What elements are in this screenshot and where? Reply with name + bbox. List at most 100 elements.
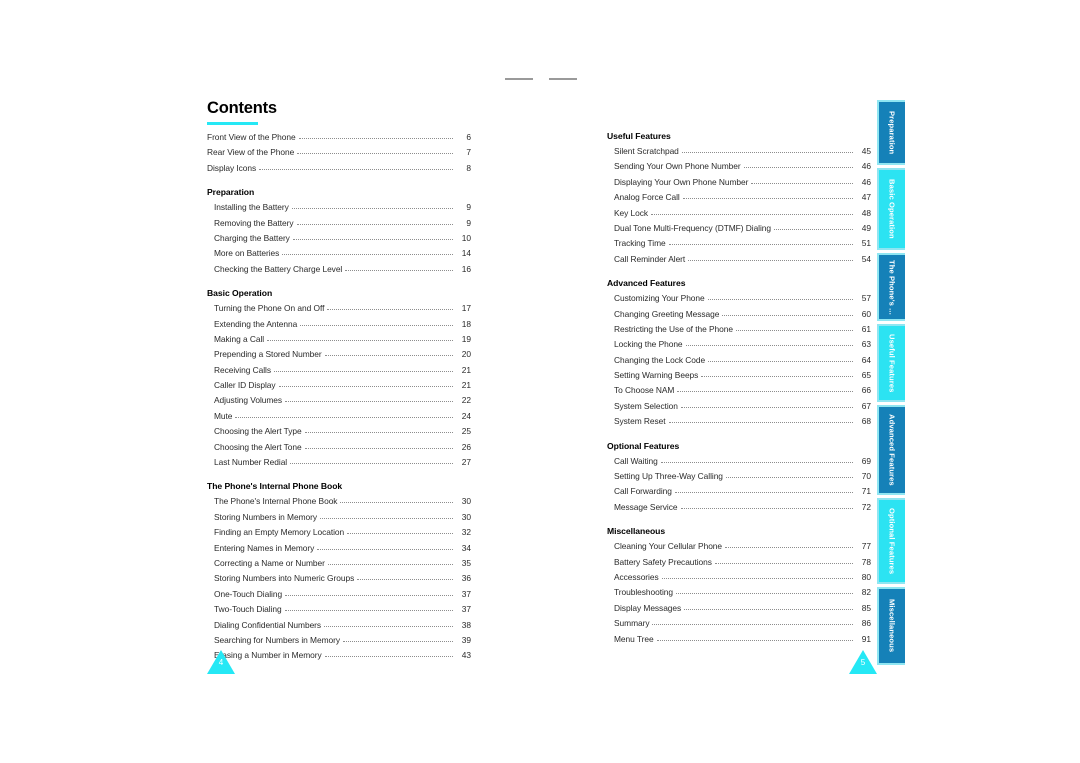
toc-entry[interactable]: Storing Numbers in Memory 30 xyxy=(207,510,471,525)
toc-entry-page: 61 xyxy=(861,323,871,334)
toc-dot-leader xyxy=(327,300,453,311)
section-tab[interactable]: Basic Operation xyxy=(877,168,905,250)
toc-entry[interactable]: Prepending a Stored Number 20 xyxy=(207,347,471,362)
section-tab-strip: Preparation Basic Operation The Phone's ..… xyxy=(877,0,907,763)
section-tab[interactable]: Useful Features xyxy=(877,324,905,402)
page-number-left: 4 xyxy=(218,658,224,667)
toc-entry[interactable]: Sending Your Own Phone Number 46 xyxy=(607,159,871,174)
toc-entry-label: Displaying Your Own Phone Number xyxy=(614,176,749,187)
toc-entry[interactable]: Key Lock 48 xyxy=(607,206,871,221)
toc-entry[interactable]: More on Batteries 14 xyxy=(207,246,471,261)
section-tab-body: Optional Features xyxy=(879,500,905,582)
toc-dot-leader xyxy=(320,509,453,519)
toc-entry[interactable]: Correcting a Name or Number 35 xyxy=(207,556,471,571)
toc-entry[interactable]: Mute 24 xyxy=(207,409,471,424)
toc-entry[interactable]: Locking the Phone 63 xyxy=(607,337,871,352)
toc-entry[interactable]: Dialing Confidential Numbers 38 xyxy=(207,618,471,633)
section-tab[interactable]: Preparation xyxy=(877,100,905,165)
toc-entry[interactable]: Storing Numbers into Numeric Groups 36 xyxy=(207,571,471,586)
toc-entry[interactable]: Installing the Battery 9 xyxy=(207,200,471,215)
section-tab[interactable]: Advanced Features xyxy=(877,405,905,495)
toc-dot-leader xyxy=(743,158,853,169)
toc-entry[interactable]: The Phone's Internal Phone Book 30 xyxy=(207,494,471,509)
toc-entry[interactable]: Charging the Battery 10 xyxy=(207,231,471,246)
toc-entry[interactable]: Silent Scratchpad 45 xyxy=(607,144,871,159)
toc-entry-label: Entering Names in Memory xyxy=(214,542,315,553)
toc-entry[interactable]: Last Number Redial 27 xyxy=(207,455,471,470)
toc-entry[interactable]: Making a Call 19 xyxy=(207,332,471,347)
toc-entry[interactable]: Accessories 80 xyxy=(607,570,871,585)
toc-entry[interactable]: Display Messages 85 xyxy=(607,601,871,616)
toc-entry[interactable]: Customizing Your Phone 57 xyxy=(607,291,871,306)
toc-entry-label: Key Lock xyxy=(614,207,649,218)
toc-entry[interactable]: Caller ID Display 21 xyxy=(207,378,471,393)
toc-entry[interactable]: Receiving Calls 21 xyxy=(207,363,471,378)
toc-list-right: Useful Features Silent Scratchpad 45 Sendin… xyxy=(607,129,871,647)
toc-entry-label: Extending the Antenna xyxy=(214,318,298,329)
toc-dot-leader xyxy=(304,439,453,449)
toc-dot-leader xyxy=(668,235,853,246)
toc-entry[interactable]: Display Icons 8 xyxy=(207,161,471,176)
toc-entry[interactable]: Removing the Battery 9 xyxy=(207,216,471,231)
toc-entry[interactable]: Adjusting Volumes 22 xyxy=(207,393,471,408)
toc-entry[interactable]: Choosing the Alert Type 25 xyxy=(207,424,471,439)
toc-entry[interactable]: Call Forwarding 71 xyxy=(607,484,871,499)
toc-entry[interactable]: Changing Greeting Message 60 xyxy=(607,307,871,322)
toc-entry-page: 86 xyxy=(861,618,871,629)
toc-entry[interactable]: Setting Up Three-Way Calling 70 xyxy=(607,469,871,484)
toc-entry-page: 77 xyxy=(861,541,871,552)
toc-entry[interactable]: Choosing the Alert Tone 26 xyxy=(207,440,471,455)
toc-section-heading: Useful Features xyxy=(607,131,671,141)
toc-entry[interactable]: Turning the Phone On and Off 17 xyxy=(207,301,471,316)
toc-entry[interactable]: Troubleshooting 82 xyxy=(607,585,871,600)
section-tab[interactable]: Optional Features xyxy=(877,498,905,584)
toc-entry[interactable]: Two-Touch Dialing 37 xyxy=(207,602,471,617)
toc-entry[interactable]: Analog Force Call 47 xyxy=(607,190,871,205)
toc-entry[interactable]: Tracking Time 51 xyxy=(607,236,871,251)
toc-entry[interactable]: Cleaning Your Cellular Phone 77 xyxy=(607,539,871,554)
toc-entry[interactable]: Summary 86 xyxy=(607,616,871,631)
toc-entry[interactable]: Checking the Battery Charge Level 16 xyxy=(207,262,471,277)
toc-entry[interactable]: System Reset 68 xyxy=(607,414,871,429)
toc-entry[interactable]: Changing the Lock Code 64 xyxy=(607,353,871,368)
toc-entry[interactable]: Dual Tone Multi-Frequency (DTMF) Dialing… xyxy=(607,221,871,236)
toc-entry-label: Storing Numbers into Numeric Groups xyxy=(214,573,355,584)
toc-entry[interactable]: Call Waiting 69 xyxy=(607,454,871,469)
toc-dot-leader xyxy=(298,129,453,139)
toc-entry[interactable]: Erasing a Number in Memory 43 xyxy=(207,648,471,663)
section-tab-label: Optional Features xyxy=(887,507,897,575)
section-tab[interactable]: The Phone's ... xyxy=(877,253,905,321)
toc-entry[interactable]: Setting Warning Beeps 65 xyxy=(607,368,871,383)
toc-entry[interactable]: System Selection 67 xyxy=(607,399,871,414)
toc-dot-leader xyxy=(681,143,853,153)
toc-section-gap xyxy=(207,277,471,286)
toc-entry[interactable]: Restricting the Use of the Phone 61 xyxy=(607,322,871,337)
toc-entry[interactable]: Displaying Your Own Phone Number 46 xyxy=(607,175,871,190)
toc-dot-leader xyxy=(682,189,853,200)
toc-entry[interactable]: Call Reminder Alert 54 xyxy=(607,252,871,267)
toc-entry[interactable]: Front View of the Phone 6 xyxy=(207,130,471,145)
toc-dot-leader xyxy=(292,230,453,240)
toc-entry[interactable]: One-Touch Dialing 37 xyxy=(207,587,471,602)
section-tab[interactable]: Miscellaneous xyxy=(877,587,905,665)
toc-entry[interactable]: Entering Names in Memory 34 xyxy=(207,541,471,556)
toc-entry[interactable]: Rear View of the Phone 7 xyxy=(207,145,471,160)
toc-entry-page: 91 xyxy=(861,633,871,644)
toc-page: Contents Front View of the Phone 6 Rear Vi… xyxy=(0,0,1080,763)
toc-entry[interactable]: Message Service 72 xyxy=(607,500,871,515)
toc-entry[interactable]: To Choose NAM 66 xyxy=(607,383,871,398)
toc-entry-page: 72 xyxy=(861,501,871,512)
toc-dot-leader xyxy=(774,220,853,230)
page-marker-left: 4 xyxy=(207,650,235,674)
toc-entry-label: Mute xyxy=(214,410,233,421)
toc-entry[interactable]: Battery Safety Precautions 78 xyxy=(607,555,871,570)
toc-dot-leader xyxy=(722,306,853,316)
section-tab-label: Miscellaneous xyxy=(887,599,897,653)
toc-entry[interactable]: Extending the Antenna 18 xyxy=(207,317,471,332)
toc-entry-page: 64 xyxy=(861,354,871,365)
toc-entry-label: Setting Warning Beeps xyxy=(614,370,699,381)
toc-entry[interactable]: Menu Tree 91 xyxy=(607,632,871,647)
toc-entry[interactable]: Finding an Empty Memory Location 32 xyxy=(207,525,471,540)
toc-entry[interactable]: Searching for Numbers in Memory 39 xyxy=(207,633,471,648)
toc-entry-page: 43 xyxy=(461,650,471,661)
